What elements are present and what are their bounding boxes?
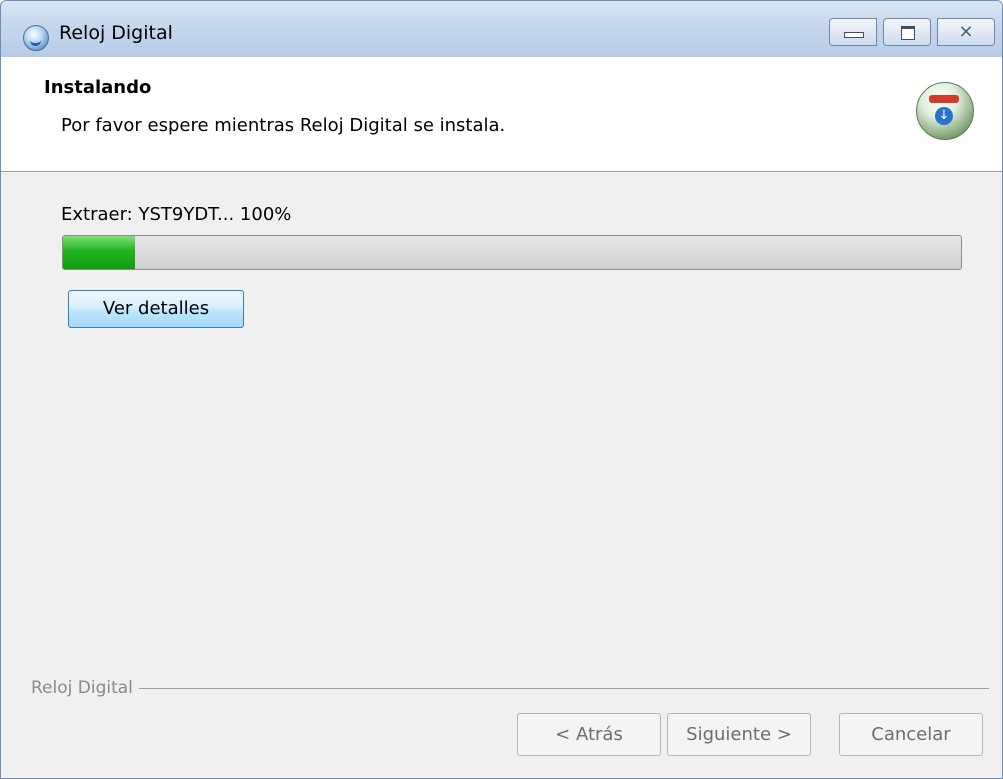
maximize-button[interactable] (883, 18, 931, 46)
close-button[interactable]: ⨯ (937, 18, 995, 46)
progress-bar (62, 235, 962, 270)
progress-status-label: Extraer: YST9YDT... 100% (61, 204, 292, 225)
footer-divider (31, 688, 989, 689)
minimize-icon (844, 32, 864, 38)
back-button[interactable]: < Atrás (517, 713, 661, 756)
show-details-button[interactable]: Ver detalles (68, 290, 244, 328)
footer-brand-label: Reloj Digital (31, 678, 139, 698)
installer-icon: ↓ (916, 82, 974, 140)
minimize-button[interactable] (829, 18, 877, 46)
download-arrow-icon: ↓ (935, 107, 953, 125)
next-button[interactable]: Siguiente > (667, 713, 811, 756)
wizard-header: Instalando Por favor espere mientras Rel… (1, 57, 1002, 172)
app-globe-icon (23, 25, 49, 51)
cancel-button[interactable]: Cancelar (839, 713, 983, 756)
maximize-icon (901, 26, 915, 40)
installer-window: Reloj Digital ⨯ Instalando Por favor esp… (0, 0, 1003, 779)
window-title: Reloj Digital (59, 22, 173, 44)
close-icon: ⨯ (958, 21, 974, 42)
installer-badge (929, 95, 959, 103)
page-subtitle: Por favor espere mientras Reloj Digital … (61, 115, 506, 136)
title-bar[interactable]: Reloj Digital ⨯ (1, 1, 1002, 58)
page-title: Instalando (44, 77, 152, 98)
progress-bar-fill (63, 236, 135, 269)
